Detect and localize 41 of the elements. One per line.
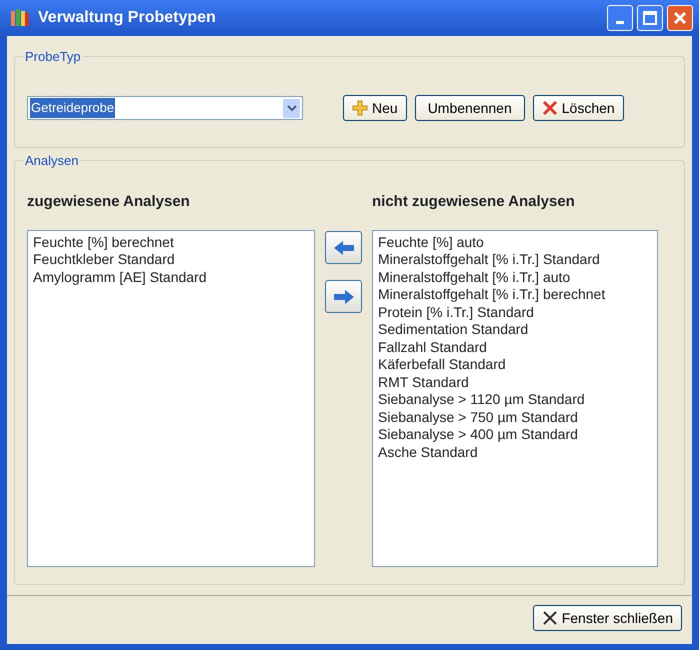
list-item[interactable]: Protein [% i.Tr.] Standard — [378, 304, 652, 321]
list-item[interactable]: Mineralstoffgehalt [% i.Tr.] Standard — [378, 251, 652, 268]
close-icon — [542, 610, 558, 626]
minimize-icon — [616, 20, 624, 24]
arrow-left-icon — [332, 240, 354, 256]
list-item[interactable]: Siebanalyse > 750 µm Standard — [378, 408, 652, 426]
rename-button[interactable]: Umbenennen — [414, 95, 525, 121]
close-icon — [542, 100, 558, 116]
list-heading: zugewiesene Analysen — [27, 192, 191, 212]
unassigned-list[interactable] — [372, 230, 658, 566]
delete-button[interactable]: Löschen — [532, 95, 624, 121]
app-icon — [10, 8, 30, 28]
list-item[interactable]: Mineralstoffgehalt [% i.Tr.] berechnet — [378, 286, 652, 304]
assigned-list[interactable]: Feuchte [%] berechnet Feuchtkleber Standard Amylogramm [AE] Standard — [27, 230, 315, 566]
window-title: Verwaltung Probetypen — [38, 8, 216, 28]
new-button[interactable]: Neu — [343, 95, 407, 121]
list-item[interactable]: Käferbefall Standard — [378, 356, 652, 374]
list-item[interactable]: Fallzahl Standard — [378, 338, 652, 356]
close-icon — [673, 11, 687, 25]
list-item[interactable]: Asche Standard — [378, 444, 652, 461]
list-item[interactable]: Feuchte [%] berechnet — [33, 234, 309, 251]
maximize-icon — [643, 11, 657, 25]
list-item[interactable]: Feuchte [%] auto — [378, 234, 652, 251]
close-button[interactable] — [667, 5, 693, 31]
list-item[interactable]: Sedimentation Standard — [378, 321, 652, 338]
chevron-down-icon — [286, 104, 296, 112]
probetyp-dropdown[interactable]: Getreideprobe — [27, 96, 303, 120]
list-item[interactable]: Mineralstoffgehalt [% i.Tr.] auto — [378, 268, 652, 286]
list-item[interactable]: Amylogramm [AE] Standard — [33, 268, 309, 286]
move-right-button[interactable] — [325, 280, 362, 313]
plus-icon — [352, 100, 368, 116]
close-window-button[interactable]: Fenster schließen — [532, 605, 682, 631]
minimize-button[interactable] — [607, 5, 633, 31]
list-item[interactable]: Feuchtkleber Standard — [33, 251, 309, 268]
list-item[interactable]: RMT Standard — [378, 374, 652, 391]
arrow-right-icon — [332, 288, 354, 304]
list-item[interactable]: Siebanalyse > 1120 µm Standard — [378, 391, 652, 408]
list-heading: nicht zugewiesene Analysen — [372, 192, 576, 212]
maximize-button[interactable] — [637, 5, 663, 31]
move-left-button[interactable] — [325, 231, 362, 264]
list-item[interactable]: Siebanalyse > 400 µm Standard — [378, 426, 652, 444]
